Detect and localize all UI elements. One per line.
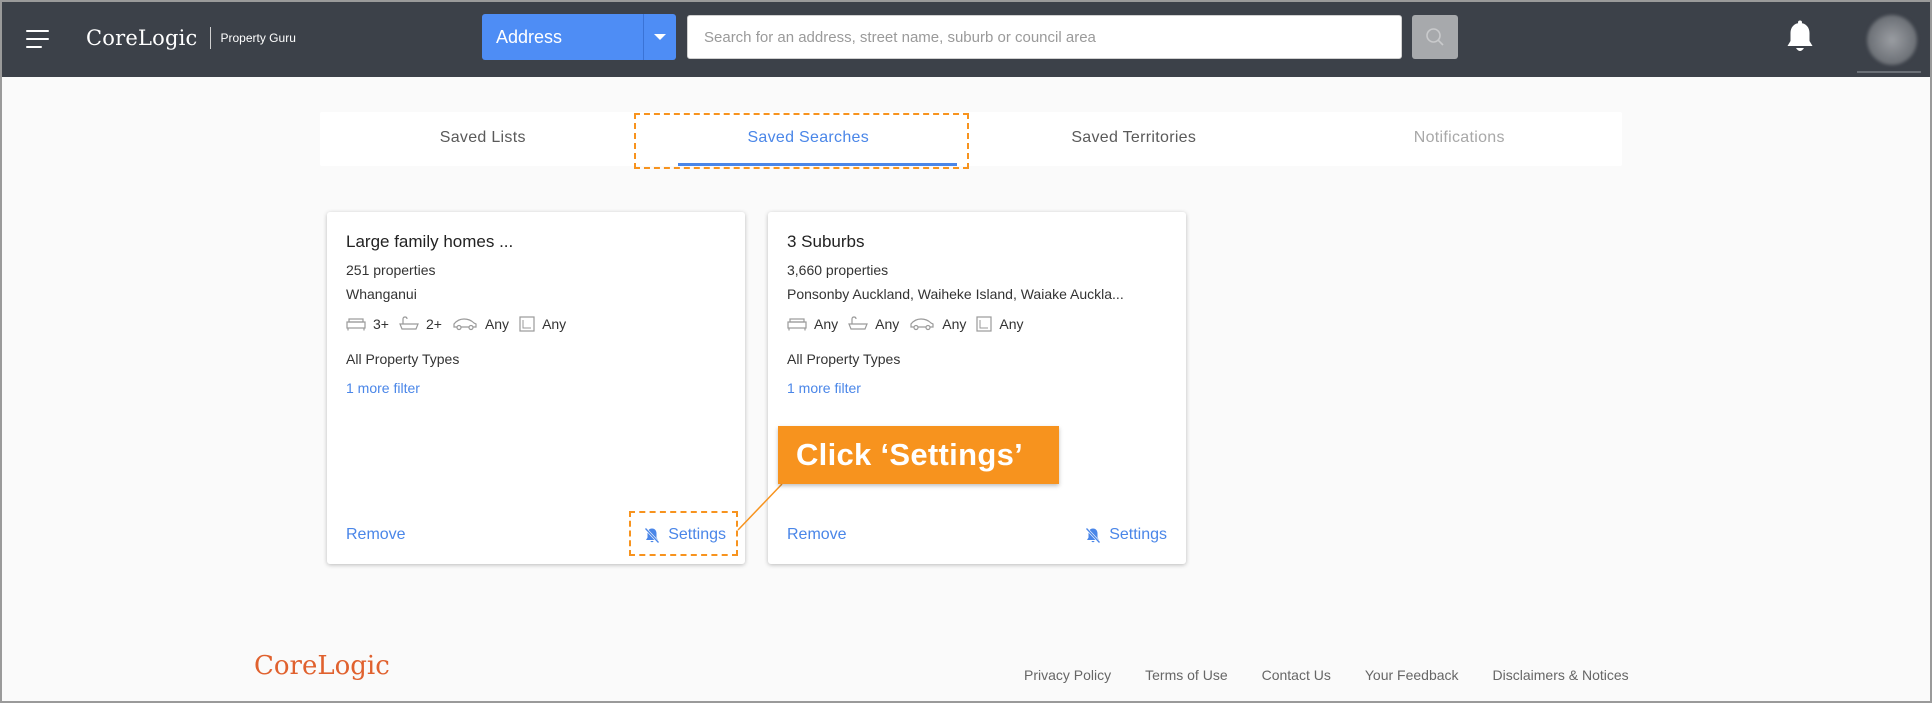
cars-value: Any	[484, 316, 510, 332]
card-property-count: 251 properties	[346, 262, 436, 278]
baths-feature: 2+	[399, 316, 442, 332]
search-type-label: Address	[496, 27, 563, 47]
car-icon	[910, 318, 934, 331]
baths-value: 2+	[425, 316, 442, 332]
brand-logo: CoreLogic	[86, 26, 198, 50]
car-icon	[453, 318, 477, 331]
avatar[interactable]	[1867, 15, 1917, 65]
card-property-types: All Property Types	[346, 351, 460, 367]
your-feedback-link[interactable]: Your Feedback	[1365, 667, 1459, 683]
card-property-count: 3,660 properties	[787, 262, 889, 278]
search-type-dropdown[interactable]: Address	[482, 14, 676, 60]
beds-value: Any	[814, 316, 839, 332]
bed-icon	[787, 318, 807, 331]
footer-links: Privacy Policy Terms of Use Contact Us Y…	[1024, 667, 1663, 683]
bell-off-icon	[1085, 527, 1101, 543]
footer-logo: CoreLogic	[254, 651, 390, 681]
top-navbar: CoreLogic Property Guru Address	[2, 2, 1930, 77]
land-feature: Any	[976, 316, 1024, 332]
contact-us-link[interactable]: Contact Us	[1262, 667, 1331, 683]
card-title: Large family homes ...	[346, 232, 514, 251]
brand[interactable]: CoreLogic Property Guru	[86, 24, 296, 52]
card-location: Whanganui	[346, 286, 417, 302]
settings-button[interactable]: Settings	[644, 526, 726, 544]
land-size-icon	[519, 316, 535, 332]
menu-icon[interactable]	[26, 30, 49, 48]
callout-annotation: Click ‘Settings’	[778, 426, 1059, 484]
beds-feature: Any	[787, 316, 838, 332]
card-title: 3 Suburbs	[787, 232, 865, 251]
avatar-underline	[1857, 71, 1921, 73]
beds-feature: 3+	[346, 316, 389, 332]
terms-of-use-link[interactable]: Terms of Use	[1145, 667, 1227, 683]
more-filters-link[interactable]: 1 more filter	[787, 380, 861, 396]
search-button[interactable]	[1412, 15, 1458, 59]
land-size-icon	[976, 316, 992, 332]
bed-icon	[346, 318, 366, 331]
bell-icon[interactable]	[1784, 20, 1816, 56]
cars-value: Any	[942, 316, 967, 332]
bath-icon	[399, 316, 419, 330]
beds-value: 3+	[373, 316, 389, 332]
tab-saved-lists[interactable]: Saved Lists	[320, 112, 646, 166]
brand-subtitle: Property Guru	[220, 31, 296, 45]
saved-tabs: Saved Lists Saved Searches Saved Territo…	[320, 112, 1622, 166]
disclaimers-link[interactable]: Disclaimers & Notices	[1493, 667, 1629, 683]
remove-button[interactable]: Remove	[346, 526, 406, 544]
card-features: 3+ 2+ Any Any	[346, 316, 576, 332]
saved-search-card: Large family homes ... 251 properties Wh…	[327, 212, 745, 564]
bell-off-icon	[644, 527, 660, 543]
baths-feature: Any	[848, 316, 899, 332]
cars-feature: Any	[452, 316, 509, 332]
cars-feature: Any	[909, 316, 966, 332]
settings-label: Settings	[1109, 526, 1167, 543]
baths-value: Any	[875, 316, 900, 332]
tab-saved-searches[interactable]: Saved Searches	[646, 112, 972, 166]
bath-icon	[848, 316, 869, 330]
search-input[interactable]	[687, 15, 1402, 59]
tab-notifications[interactable]: Notifications	[1297, 112, 1623, 166]
brand-divider	[209, 27, 211, 49]
app-window: CoreLogic Property Guru Address Saved Li…	[0, 0, 1932, 703]
caret-down-icon[interactable]	[643, 14, 676, 60]
settings-label: Settings	[668, 526, 726, 543]
card-property-types: All Property Types	[787, 351, 901, 367]
remove-button[interactable]: Remove	[787, 526, 847, 544]
land-value: Any	[542, 316, 567, 332]
settings-button[interactable]: Settings	[1085, 526, 1167, 544]
privacy-policy-link[interactable]: Privacy Policy	[1024, 667, 1111, 683]
tab-saved-territories[interactable]: Saved Territories	[971, 112, 1297, 166]
saved-search-card: 3 Suburbs 3,660 properties Ponsonby Auck…	[768, 212, 1186, 564]
land-feature: Any	[519, 316, 566, 332]
more-filters-link[interactable]: 1 more filter	[346, 380, 420, 396]
land-value: Any	[999, 316, 1024, 332]
card-features: Any Any Any Any	[787, 316, 1034, 332]
search-icon	[1426, 28, 1444, 46]
card-location: Ponsonby Auckland, Waiheke Island, Waiak…	[787, 286, 1124, 302]
